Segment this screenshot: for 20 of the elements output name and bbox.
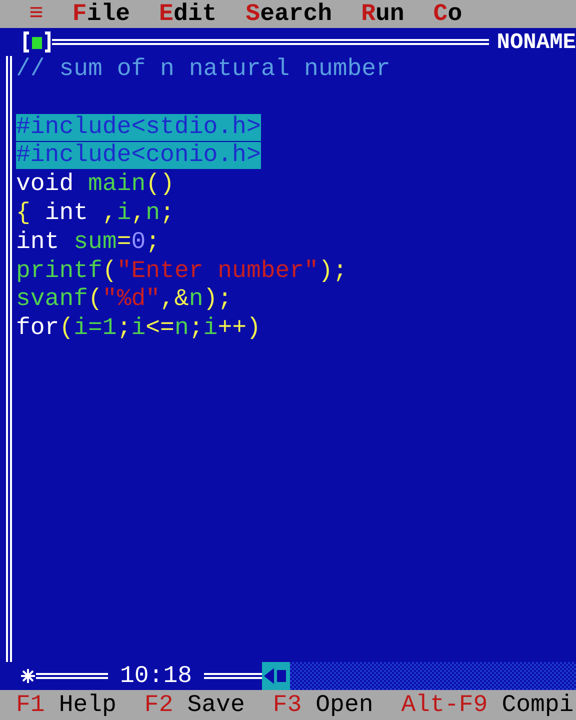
code-line: void main() [16,171,174,198]
shortcut-label[interactable]: Help [58,692,116,718]
code-line: printf("Enter number"); [16,258,348,285]
shortcut-label[interactable]: Save [187,692,245,718]
cursor-position: 10:18 [119,662,194,690]
menu-item[interactable]: Run [361,0,404,28]
star-icon [20,668,36,684]
shortcut-label[interactable]: Compi [502,692,574,718]
horizontal-scrollbar[interactable] [262,662,576,690]
code-line: { int ,i,n; [16,200,174,227]
menu-item[interactable]: Edit [159,0,217,28]
code-line: // sum of n natural number [16,56,390,83]
shortcut-label[interactable]: Open [316,692,374,718]
menu-item[interactable]: File [72,0,130,28]
code-line: int sum=0; [16,228,160,256]
code-line: svanf("%d",&n); [16,286,232,314]
close-box-icon[interactable] [22,31,52,53]
menu-item[interactable]: Search [246,0,332,28]
code-line: for(i=1;i<=n;i++) [16,315,261,342]
window-title: NONAME [496,30,576,54]
